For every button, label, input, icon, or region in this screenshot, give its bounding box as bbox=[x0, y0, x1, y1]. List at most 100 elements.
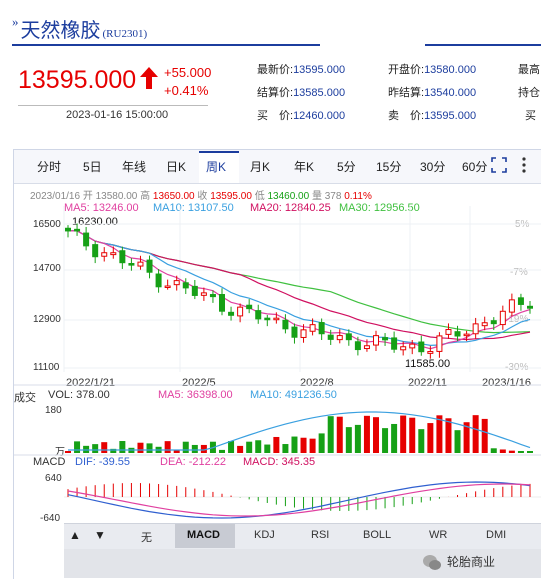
candle-body bbox=[354, 341, 361, 351]
candle-body bbox=[373, 335, 379, 346]
candle-body bbox=[517, 297, 524, 305]
candle-body bbox=[255, 310, 262, 320]
candle-body bbox=[309, 324, 316, 332]
indicator-dmi[interactable]: DMI bbox=[486, 529, 506, 541]
candle-body bbox=[246, 304, 253, 310]
candle-body bbox=[83, 232, 90, 247]
volume-bar bbox=[219, 449, 225, 453]
volume-bar bbox=[282, 444, 289, 453]
candle-body bbox=[409, 343, 416, 349]
volume-bar bbox=[92, 444, 99, 453]
volume-bar bbox=[345, 427, 352, 453]
volume-bar bbox=[472, 415, 479, 453]
volume-bar bbox=[300, 437, 307, 453]
candle-body bbox=[65, 227, 71, 232]
candle-body bbox=[436, 335, 443, 352]
volume-bar bbox=[436, 415, 443, 453]
indicator-kdj[interactable]: KDJ bbox=[254, 529, 275, 541]
candle-body bbox=[237, 306, 244, 317]
candle-body bbox=[472, 323, 479, 335]
candle-body bbox=[101, 252, 108, 257]
ma-path bbox=[68, 230, 531, 350]
volume-bar bbox=[228, 441, 235, 453]
candle-body bbox=[110, 252, 117, 256]
volume-bar bbox=[309, 438, 316, 453]
candle-body bbox=[119, 250, 126, 264]
volume-ma-line bbox=[68, 411, 531, 451]
volume-bar bbox=[74, 441, 81, 453]
volume-bar bbox=[508, 450, 515, 453]
candle-body bbox=[345, 333, 352, 341]
volume-bar bbox=[255, 440, 262, 453]
volume-bar bbox=[327, 416, 334, 453]
volume-bar bbox=[318, 433, 325, 453]
volume-bar bbox=[137, 442, 144, 453]
volume-bar bbox=[400, 415, 407, 453]
volume-bar bbox=[182, 441, 189, 453]
volume-bar bbox=[373, 417, 379, 453]
volume-bar bbox=[246, 441, 253, 453]
volume-bar bbox=[481, 418, 488, 453]
macd-bars bbox=[67, 481, 531, 519]
candle-body bbox=[382, 337, 389, 341]
volume-bar bbox=[354, 424, 361, 453]
wechat-icon bbox=[423, 555, 441, 570]
candle-body bbox=[137, 261, 144, 267]
volume-bar bbox=[427, 423, 434, 453]
candle-body bbox=[228, 311, 235, 316]
candle-body bbox=[291, 326, 298, 338]
candle-body bbox=[128, 263, 135, 266]
candle-body bbox=[146, 259, 153, 273]
volume-bar bbox=[264, 444, 271, 453]
candle-body bbox=[400, 346, 407, 351]
candle-body bbox=[418, 341, 425, 353]
scroll-down-button[interactable]: ▼ bbox=[94, 528, 106, 542]
candle-body bbox=[391, 337, 398, 350]
volume-bars bbox=[65, 411, 533, 453]
candle-body bbox=[499, 310, 506, 326]
volume-bar bbox=[164, 441, 171, 453]
volume-bar bbox=[391, 423, 398, 453]
volume-bar bbox=[445, 418, 452, 453]
candle-body bbox=[173, 280, 180, 286]
dea-line bbox=[67, 483, 531, 517]
volume-bar bbox=[146, 443, 153, 453]
volume-bar bbox=[382, 428, 389, 453]
candle-body bbox=[273, 317, 280, 321]
candle-body bbox=[508, 299, 515, 313]
ma-path bbox=[68, 230, 531, 341]
candle-body bbox=[155, 273, 162, 288]
volume-bar bbox=[291, 436, 298, 453]
volume-bar bbox=[119, 441, 126, 453]
volume-bar bbox=[499, 449, 506, 453]
ma10-line bbox=[68, 230, 531, 347]
ma-path bbox=[68, 230, 531, 347]
volume-bar bbox=[65, 451, 71, 453]
ma5-line bbox=[68, 230, 531, 350]
candle-body bbox=[363, 345, 370, 350]
candle-body bbox=[318, 322, 325, 335]
candle-body bbox=[164, 285, 171, 288]
candle-body bbox=[490, 320, 497, 325]
candle-body bbox=[327, 334, 334, 340]
indicator-none[interactable]: 无 bbox=[141, 529, 152, 545]
candle-body bbox=[264, 317, 271, 321]
indicator-boll[interactable]: BOLL bbox=[363, 529, 391, 541]
indicator-wr[interactable]: WR bbox=[429, 529, 447, 541]
volume-bar bbox=[454, 430, 461, 453]
volume-bar bbox=[237, 445, 244, 453]
candle-body bbox=[191, 285, 198, 296]
volume-bar bbox=[527, 451, 533, 453]
candle-body bbox=[463, 333, 470, 337]
kline-chart bbox=[14, 206, 541, 519]
candle-body bbox=[182, 282, 189, 289]
volume-bar bbox=[409, 417, 416, 453]
volume-bar bbox=[273, 436, 280, 453]
scroll-up-button[interactable]: ▲ bbox=[69, 528, 81, 542]
candle-body bbox=[200, 292, 207, 296]
volume-bar bbox=[336, 416, 343, 453]
indicator-macd[interactable]: MACD bbox=[187, 529, 220, 541]
watermark: 轮胎商业 bbox=[447, 555, 496, 569]
candle-body bbox=[300, 329, 307, 338]
indicator-rsi[interactable]: RSI bbox=[311, 529, 329, 541]
